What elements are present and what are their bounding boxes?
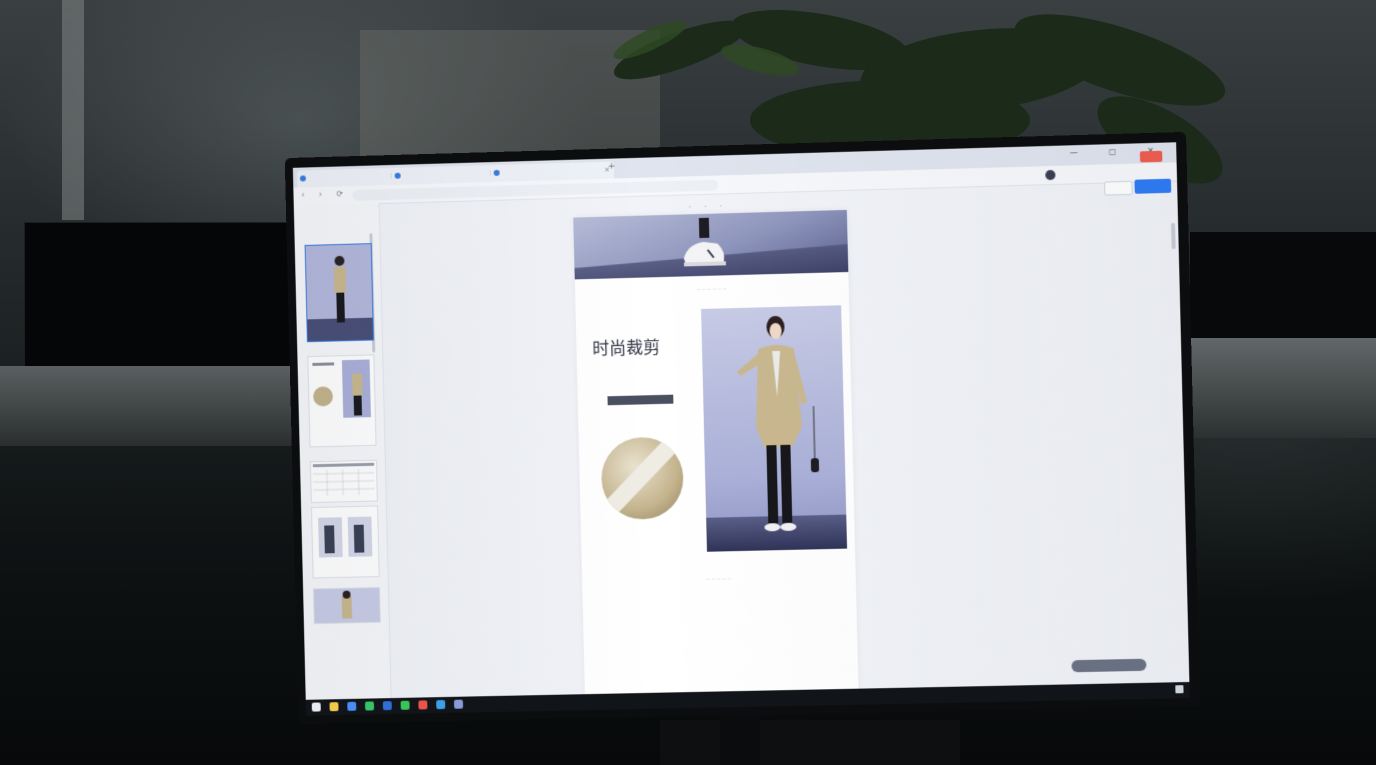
page-thumbnail[interactable] [304,243,375,343]
thumbnail-table-image [310,460,377,503]
headline-text: 时尚裁剪 [592,338,661,360]
left-monitor [24,222,301,369]
fabric-detail-image [600,436,685,521]
properties-panel [1058,199,1178,243]
nav-buttons[interactable]: ‹ › ⟳ [301,189,349,199]
desk-partition-left [0,366,300,446]
model-figure [736,315,820,531]
parameter-row [599,609,849,614]
canvas-scrollbar[interactable] [1170,222,1176,250]
windows-start-icon[interactable] [311,702,321,712]
thumbnail-model-image [305,244,373,342]
page-thumbnail-sidebar [293,203,392,700]
page-thumbnail[interactable] [307,354,377,448]
section-title-subtext: — — — — — — [696,285,727,292]
right-monitor [1190,232,1376,342]
favicon-icon [493,169,500,176]
app-logo: • • • [689,203,729,209]
app-icon[interactable] [418,700,428,710]
favicon-icon [299,175,306,182]
headline: 时尚裁剪 [590,333,660,360]
browser-icon[interactable] [347,701,357,711]
thumbnail-pair-image [311,506,379,578]
account-button[interactable] [1139,150,1163,163]
section-title: — — — — — — [575,280,849,294]
section-title-subtext: — — — — — [706,575,732,581]
preview-button[interactable] [1104,180,1133,196]
notification-icon[interactable] [1175,685,1184,694]
window-frame [62,0,84,220]
thumbnail-detail-image [308,355,376,447]
zoom-control[interactable] [1071,658,1147,673]
product-parameters [599,609,849,614]
page-thumbnail[interactable] [310,505,380,579]
monitor-stand-base [660,720,960,765]
lapel-detail [600,436,685,521]
new-tab-button[interactable]: + [608,161,616,171]
extension-icon[interactable] [1045,169,1056,181]
app-logo-dots: • • • [688,203,729,210]
feature-tag [607,394,674,406]
wechat-icon[interactable] [400,700,410,710]
feature-description [596,409,696,411]
design-canvas[interactable]: — — — — — — 时尚裁剪 — — — — — [573,209,859,697]
save-button[interactable] [1134,178,1172,194]
parameter-row [599,609,849,614]
app-icon[interactable] [453,699,464,709]
folder-icon[interactable] [329,702,339,712]
desk-partition-right [1185,338,1376,438]
page-thumbnail[interactable] [312,586,381,625]
favicon-icon [394,172,401,179]
thumbnail-model-image [313,587,380,624]
monitor: × × × + — ▢ ✕ ‹ › ⟳ • • • [284,131,1201,724]
app-icon[interactable] [436,699,446,710]
model-photo [701,305,848,552]
chat-icon[interactable] [364,701,375,711]
screen: × × × + — ▢ ✕ ‹ › ⟳ • • • [292,142,1190,700]
parameter-row [599,609,849,614]
sneaker-image [684,217,727,267]
page-thumbnail[interactable] [309,459,378,504]
shoe-banner-image [573,209,849,280]
section-title: — — — — — [582,570,856,583]
app-icon[interactable] [382,701,392,711]
